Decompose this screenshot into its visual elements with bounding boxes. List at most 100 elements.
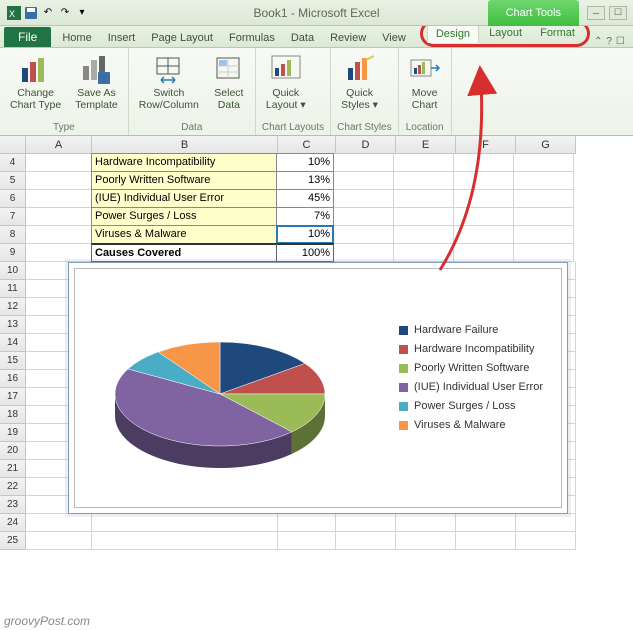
- cell[interactable]: [456, 532, 516, 550]
- cell[interactable]: [26, 208, 92, 226]
- cell[interactable]: [394, 154, 454, 172]
- switch-row-column-button[interactable]: Switch Row/Column: [135, 52, 203, 113]
- cell[interactable]: [336, 532, 396, 550]
- row-header[interactable]: 25: [0, 532, 26, 550]
- cell[interactable]: [278, 514, 336, 532]
- cell[interactable]: Power Surges / Loss: [91, 207, 277, 226]
- tab-data[interactable]: Data: [283, 29, 322, 47]
- cell[interactable]: 13%: [276, 171, 334, 190]
- row-header[interactable]: 18: [0, 406, 26, 424]
- col-header[interactable]: F: [456, 136, 516, 154]
- row-header[interactable]: 7: [0, 208, 26, 226]
- cell[interactable]: [394, 244, 454, 262]
- col-header[interactable]: C: [278, 136, 336, 154]
- move-chart-button[interactable]: Move Chart: [405, 52, 445, 113]
- row-header[interactable]: 6: [0, 190, 26, 208]
- restore-button[interactable]: ☐: [609, 6, 627, 20]
- select-all-corner[interactable]: [0, 136, 26, 154]
- cell[interactable]: [394, 190, 454, 208]
- cell[interactable]: [454, 226, 514, 244]
- row-header[interactable]: 5: [0, 172, 26, 190]
- cell[interactable]: [456, 514, 516, 532]
- tab-home[interactable]: Home: [54, 29, 99, 47]
- cell[interactable]: [26, 244, 92, 262]
- cell[interactable]: [514, 226, 574, 244]
- row-header[interactable]: 21: [0, 460, 26, 478]
- file-tab[interactable]: File: [4, 27, 51, 47]
- col-header[interactable]: A: [26, 136, 92, 154]
- row-header[interactable]: 4: [0, 154, 26, 172]
- cell[interactable]: [26, 514, 92, 532]
- cell[interactable]: [26, 154, 92, 172]
- cell[interactable]: [516, 514, 576, 532]
- tab-review[interactable]: Review: [322, 29, 374, 47]
- cell[interactable]: [396, 532, 456, 550]
- cell[interactable]: [514, 154, 574, 172]
- cell[interactable]: [92, 532, 278, 550]
- quick-styles-button[interactable]: Quick Styles ▾: [337, 52, 382, 113]
- select-data-button[interactable]: Select Data: [209, 52, 249, 113]
- row-header[interactable]: 10: [0, 262, 26, 280]
- tab-insert[interactable]: Insert: [100, 29, 144, 47]
- cell[interactable]: [334, 226, 394, 244]
- tab-formulas[interactable]: Formulas: [221, 29, 283, 47]
- cell[interactable]: [92, 514, 278, 532]
- tab-view[interactable]: View: [374, 29, 414, 47]
- cell[interactable]: [334, 154, 394, 172]
- col-header[interactable]: D: [336, 136, 396, 154]
- cell[interactable]: [334, 190, 394, 208]
- change-chart-type-button[interactable]: Change Chart Type: [6, 52, 65, 113]
- row-header[interactable]: 19: [0, 424, 26, 442]
- cell[interactable]: 45%: [276, 189, 334, 208]
- row-header[interactable]: 24: [0, 514, 26, 532]
- cell[interactable]: [26, 172, 92, 190]
- row-header[interactable]: 17: [0, 388, 26, 406]
- cell[interactable]: [394, 208, 454, 226]
- row-header[interactable]: 22: [0, 478, 26, 496]
- cell[interactable]: [454, 190, 514, 208]
- cell[interactable]: [394, 226, 454, 244]
- save-as-template-button[interactable]: Save As Template: [71, 52, 122, 113]
- cell[interactable]: [26, 190, 92, 208]
- col-header[interactable]: E: [396, 136, 456, 154]
- cell[interactable]: 10%: [276, 225, 334, 244]
- cell[interactable]: [514, 244, 574, 262]
- cell[interactable]: [26, 226, 92, 244]
- cell[interactable]: [454, 154, 514, 172]
- undo-icon[interactable]: ↶: [40, 5, 56, 21]
- row-header[interactable]: 13: [0, 316, 26, 334]
- minimize-button[interactable]: ─: [587, 6, 605, 20]
- cell[interactable]: [26, 532, 92, 550]
- cell[interactable]: [334, 172, 394, 190]
- cell[interactable]: [278, 532, 336, 550]
- ribbon-min-icon[interactable]: ⌃: [594, 36, 602, 47]
- cell[interactable]: Causes Covered: [91, 243, 277, 262]
- cell[interactable]: [396, 514, 456, 532]
- col-header[interactable]: B: [92, 136, 278, 154]
- cell[interactable]: 10%: [276, 153, 334, 172]
- chart-plot-area[interactable]: Hardware FailureHardware Incompatibility…: [74, 268, 562, 508]
- cell[interactable]: 100%: [276, 243, 334, 262]
- cell[interactable]: 7%: [276, 207, 334, 226]
- cell[interactable]: [394, 172, 454, 190]
- cell[interactable]: Hardware Incompatibility: [91, 153, 277, 172]
- redo-icon[interactable]: ↷: [57, 5, 73, 21]
- row-header[interactable]: 16: [0, 370, 26, 388]
- row-header[interactable]: 14: [0, 334, 26, 352]
- row-header[interactable]: 11: [0, 280, 26, 298]
- save-icon[interactable]: [23, 5, 39, 21]
- doc-restore-icon[interactable]: ☐: [616, 36, 625, 47]
- row-header[interactable]: 9: [0, 244, 26, 262]
- quick-layout-button[interactable]: Quick Layout ▾: [262, 52, 310, 113]
- row-header[interactable]: 12: [0, 298, 26, 316]
- chart-object[interactable]: Hardware FailureHardware Incompatibility…: [68, 262, 568, 514]
- cell[interactable]: [334, 244, 394, 262]
- cell[interactable]: (IUE) Individual User Error: [91, 189, 277, 208]
- cell[interactable]: [454, 172, 514, 190]
- tab-format[interactable]: Format: [532, 24, 583, 43]
- row-header[interactable]: 8: [0, 226, 26, 244]
- col-header[interactable]: G: [516, 136, 576, 154]
- help-icon[interactable]: ?: [606, 36, 612, 47]
- cell[interactable]: [514, 172, 574, 190]
- tab-page-layout[interactable]: Page Layout: [143, 29, 221, 47]
